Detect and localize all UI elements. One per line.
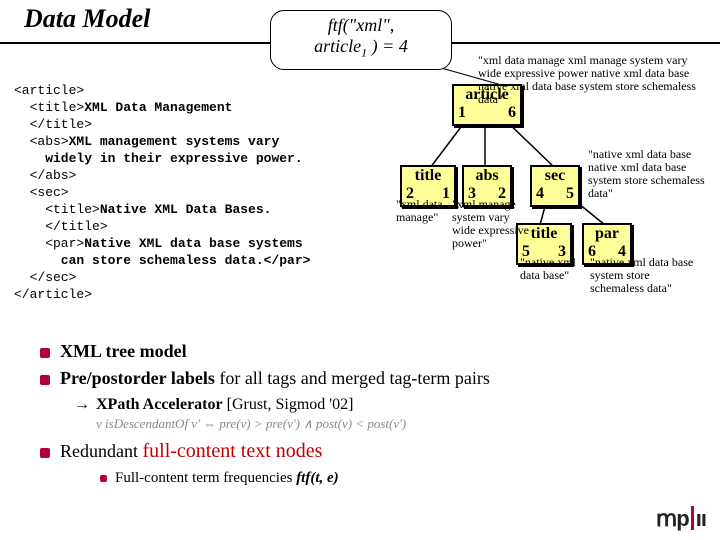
bullet-icon bbox=[40, 375, 50, 385]
xpath-formula: v isDescendantOf v' ⇔ pre(v) > pre(v') ∧… bbox=[96, 416, 406, 432]
annot-title1: "xml data manage" bbox=[396, 198, 452, 224]
annot-par: "native xml data base system store schem… bbox=[590, 256, 700, 295]
ftf-line1: ftf("xml", bbox=[271, 15, 451, 36]
bullets-2: Redundant full-content text nodes Full-c… bbox=[40, 438, 339, 491]
bullet-icon bbox=[40, 348, 50, 358]
annot-abs: "xml manage system vary wide expressive … bbox=[452, 198, 530, 250]
bullets: XML tree model Pre/postorder labels for … bbox=[40, 338, 490, 418]
annot-title2: "native xml data base" bbox=[520, 256, 586, 282]
annot-article: "xml data manage xml manage system vary … bbox=[478, 54, 708, 106]
annot-sec: "native xml data base native xml data ba… bbox=[588, 148, 706, 200]
ftf-line2: article1 ) = 4 bbox=[271, 36, 451, 61]
arrow-icon: → bbox=[74, 396, 90, 413]
node-sec: sec 45 bbox=[530, 165, 580, 207]
ftf-callout: ftf("xml", article1 ) = 4 bbox=[270, 10, 452, 70]
bullet-icon bbox=[100, 475, 107, 482]
bullet-icon bbox=[40, 448, 50, 458]
logo: ⅿpıı bbox=[656, 506, 706, 532]
